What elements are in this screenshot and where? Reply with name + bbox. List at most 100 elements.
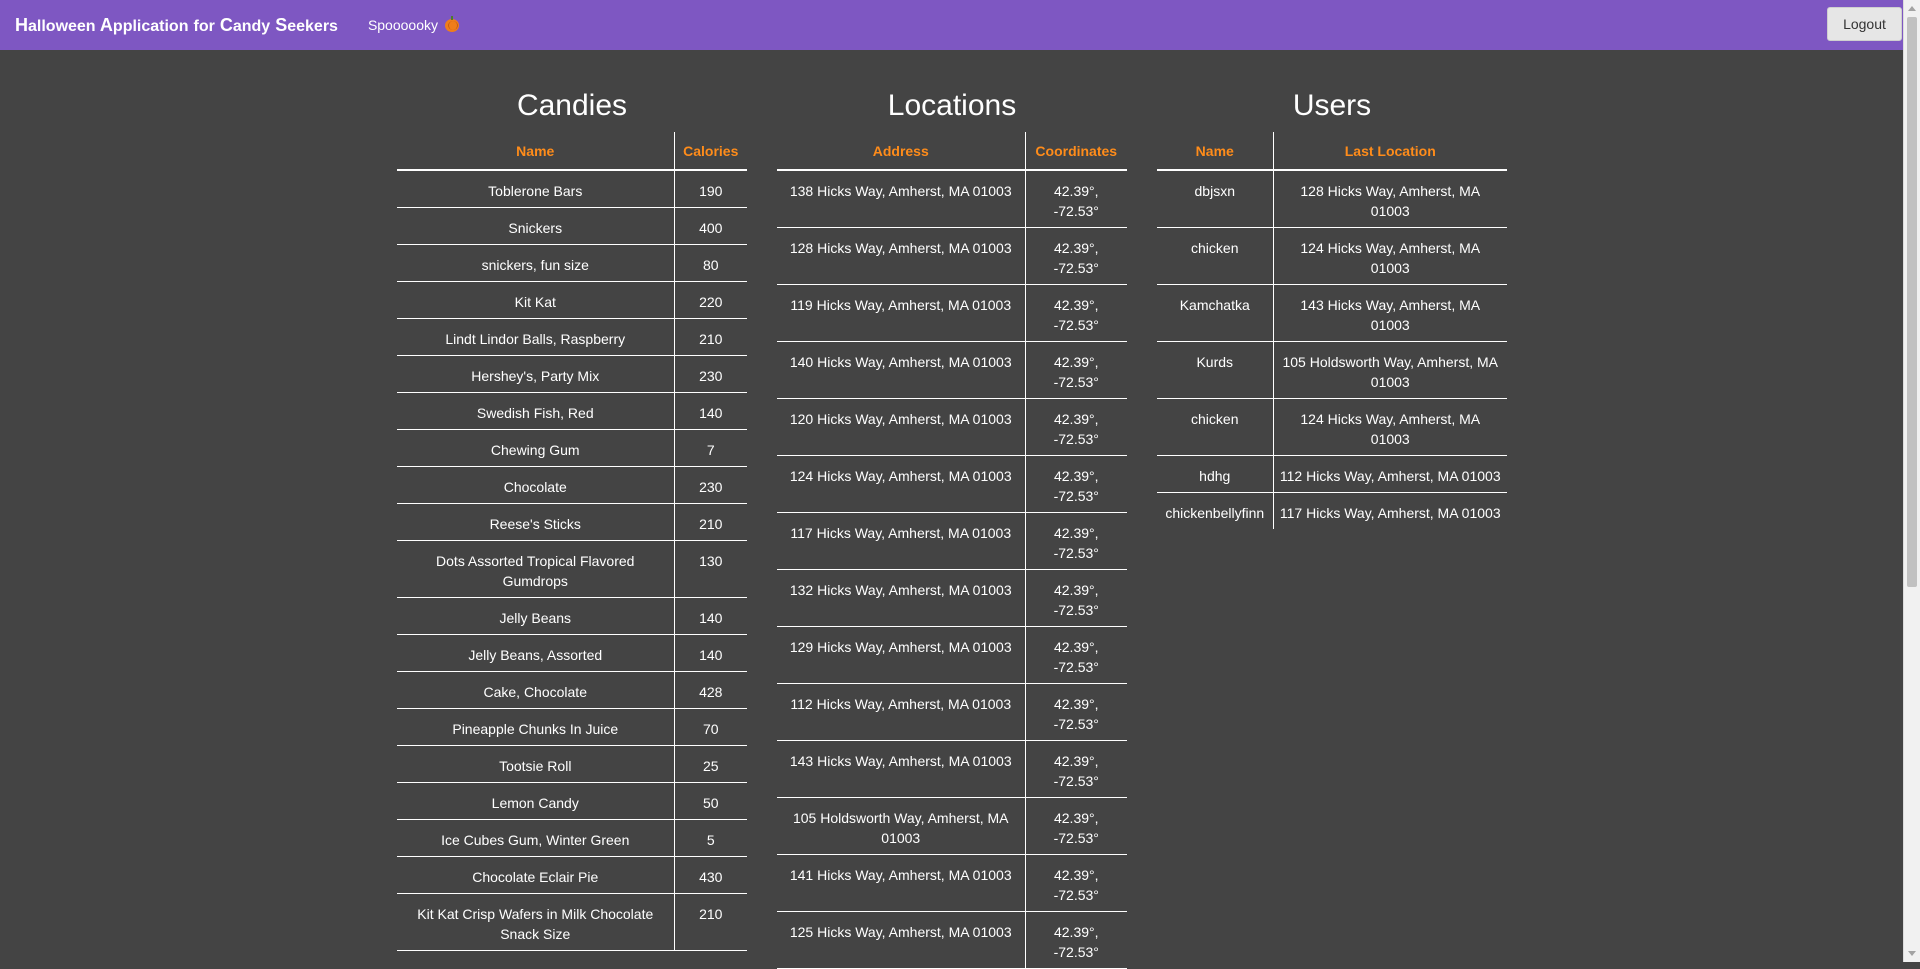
page-scrollbar[interactable] [1903, 0, 1920, 962]
table-row: Jelly Beans 140 [397, 597, 747, 635]
table-cell: 42.39°, -72.53° [1025, 512, 1127, 570]
table-cell: 105 Holdsworth Way, Amherst, MA 01003 [1273, 341, 1507, 399]
users-title: Users [1292, 89, 1372, 122]
table-header-row: Address Coordinates [777, 132, 1127, 171]
column-header-calories[interactable]: Calories [674, 132, 747, 171]
table-cell: 42.39°, -72.53° [1025, 455, 1127, 513]
table-cell: 430 [674, 856, 747, 894]
table-row: 125 Hicks Way, Amherst, MA 01003 42.39°, … [777, 911, 1127, 969]
table-cell: 140 [674, 634, 747, 672]
table-row: Kit Kat Crisp Wafers in Milk Chocolate S… [397, 893, 747, 951]
table-cell: 128 Hicks Way, Amherst, MA 01003 [1273, 170, 1507, 228]
table-cell: 210 [674, 318, 747, 356]
table-cell: 120 Hicks Way, Amherst, MA 01003 [777, 398, 1026, 456]
table-cell: Kit Kat [397, 281, 675, 319]
table-cell: 141 Hicks Way, Amherst, MA 01003 [777, 854, 1026, 912]
scroll-thumb[interactable] [1907, 17, 1917, 587]
table-cell: Pineapple Chunks In Juice [397, 708, 675, 746]
table-cell: Kamchatka [1157, 284, 1274, 342]
table-row: Reese's Sticks 210 [397, 503, 747, 541]
table-cell: 80 [674, 244, 747, 282]
table-row: Lemon Candy 50 [397, 782, 747, 820]
locations-panel: Locations Address Coordinates 138 Hicks … [777, 88, 1127, 969]
table-row: Hershey's, Party Mix 230 [397, 355, 747, 393]
table-cell: 70 [674, 708, 747, 746]
table-cell: Hershey's, Party Mix [397, 355, 675, 393]
table-row: 119 Hicks Way, Amherst, MA 01003 42.39°, … [777, 284, 1127, 342]
column-header-address[interactable]: Address [777, 132, 1026, 171]
table-cell: Dots Assorted Tropical Flavored Gumdrops [397, 540, 675, 598]
table-cell: Toblerone Bars [397, 170, 675, 208]
table-row: Dots Assorted Tropical Flavored Gumdrops… [397, 540, 747, 598]
brand-word: andy [232, 17, 271, 35]
table-cell: 130 [674, 540, 747, 598]
table-cell: 138 Hicks Way, Amherst, MA 01003 [777, 170, 1026, 228]
candies-panel: Candies Name Calories Toblerone Bars 190 S… [397, 88, 747, 951]
table-cell: Lemon Candy [397, 782, 675, 820]
candies-table: Name Calories Toblerone Bars 190 Snickers 4… [397, 132, 747, 951]
table-cell: 143 Hicks Way, Amherst, MA 01003 [1273, 284, 1507, 342]
table-row: Ice Cubes Gum, Winter Green 5 [397, 819, 747, 857]
column-header-user-name[interactable]: Name [1157, 132, 1274, 171]
table-cell: 140 Hicks Way, Amherst, MA 01003 [777, 341, 1026, 399]
column-header-last-location[interactable]: Last Location [1273, 132, 1507, 171]
app-brand[interactable]: Halloween Application for Candy Seekers [15, 15, 338, 36]
table-row: Chocolate Eclair Pie 430 [397, 856, 747, 894]
top-navbar: Halloween Application for Candy Seekers … [0, 0, 1920, 50]
table-cell: 428 [674, 671, 747, 709]
table-row: 138 Hicks Way, Amherst, MA 01003 42.39°, … [777, 170, 1127, 228]
table-row: 128 Hicks Way, Amherst, MA 01003 42.39°, … [777, 227, 1127, 285]
brand-word: pplication [112, 17, 189, 35]
table-row: Kurds 105 Holdsworth Way, Amherst, MA 010… [1157, 341, 1507, 399]
table-row: 132 Hicks Way, Amherst, MA 01003 42.39°, … [777, 569, 1127, 627]
table-row: Kamchatka 143 Hicks Way, Amherst, MA 0100… [1157, 284, 1507, 342]
brand-word: eekers [287, 17, 338, 35]
table-cell: chicken [1157, 398, 1274, 456]
table-row: 117 Hicks Way, Amherst, MA 01003 42.39°, … [777, 512, 1127, 570]
column-header-name[interactable]: Name [397, 132, 675, 171]
table-cell: 210 [674, 503, 747, 541]
table-row: 120 Hicks Way, Amherst, MA 01003 42.39°, … [777, 398, 1127, 456]
table-cell: 50 [674, 782, 747, 820]
table-cell: 117 Hicks Way, Amherst, MA 01003 [777, 512, 1026, 570]
scroll-down-arrow-icon[interactable] [1908, 951, 1916, 956]
table-cell: 119 Hicks Way, Amherst, MA 01003 [777, 284, 1026, 342]
table-cell: chickenbellyfinn [1157, 492, 1274, 529]
table-row: Pineapple Chunks In Juice 70 [397, 708, 747, 746]
table-cell: 42.39°, -72.53° [1025, 398, 1127, 456]
table-row: Toblerone Bars 190 [397, 170, 747, 208]
table-cell: Jelly Beans, Assorted [397, 634, 675, 672]
table-cell: 128 Hicks Way, Amherst, MA 01003 [777, 227, 1026, 285]
table-cell: 42.39°, -72.53° [1025, 170, 1127, 228]
table-row: Kit Kat 220 [397, 281, 747, 319]
navbar-subtitle: Spoooooky [368, 16, 459, 33]
table-cell: 124 Hicks Way, Amherst, MA 01003 [777, 455, 1026, 513]
table-cell: hdhg [1157, 455, 1274, 493]
table-row: Cake, Chocolate 428 [397, 671, 747, 709]
table-cell: 7 [674, 429, 747, 467]
table-cell: 105 Holdsworth Way, Amherst, MA 01003 [777, 797, 1026, 855]
scroll-up-arrow-icon[interactable] [1908, 6, 1916, 11]
table-cell: Kurds [1157, 341, 1274, 399]
table-cell: 125 Hicks Way, Amherst, MA 01003 [777, 911, 1026, 969]
table-cell: Jelly Beans [397, 597, 675, 635]
table-row: Swedish Fish, Red 140 [397, 392, 747, 430]
brand-initial: S [275, 14, 288, 35]
users-table: Name Last Location dbjsxn 128 Hicks Way, … [1157, 132, 1507, 529]
table-cell: 132 Hicks Way, Amherst, MA 01003 [777, 569, 1026, 627]
table-cell: 42.39°, -72.53° [1025, 626, 1127, 684]
table-cell: chicken [1157, 227, 1274, 285]
table-cell: 129 Hicks Way, Amherst, MA 01003 [777, 626, 1026, 684]
table-row: chicken 124 Hicks Way, Amherst, MA 01003 [1157, 227, 1507, 285]
table-cell: dbjsxn [1157, 170, 1274, 228]
logout-button[interactable]: Logout [1827, 7, 1902, 41]
table-cell: 112 Hicks Way, Amherst, MA 01003 [1273, 455, 1507, 493]
brand-initial: H [15, 14, 28, 35]
table-cell: 42.39°, -72.53° [1025, 797, 1127, 855]
table-cell: 112 Hicks Way, Amherst, MA 01003 [777, 683, 1026, 741]
table-cell: Chocolate Eclair Pie [397, 856, 675, 894]
table-row: Tootsie Roll 25 [397, 745, 747, 783]
column-header-coordinates[interactable]: Coordinates [1025, 132, 1127, 171]
table-cell: Chewing Gum [397, 429, 675, 467]
table-row: 124 Hicks Way, Amherst, MA 01003 42.39°, … [777, 455, 1127, 513]
